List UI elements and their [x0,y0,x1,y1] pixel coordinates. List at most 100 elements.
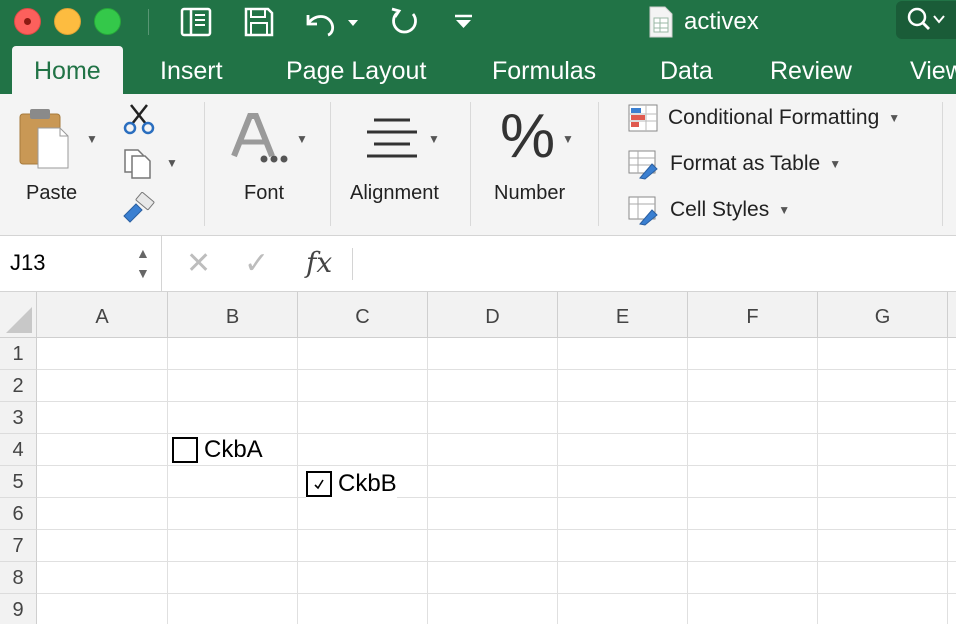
tab-review[interactable]: Review [770,46,852,94]
copy-icon[interactable] [122,146,154,185]
column-header-d[interactable]: D [428,292,558,338]
row-header-1[interactable]: 1 [0,338,37,370]
row-header-9[interactable]: 9 [0,594,37,624]
window-title: activex [648,5,759,39]
format-as-table-icon [628,150,658,180]
minimize-window-button[interactable] [54,8,81,35]
cell-styles-label: Cell Styles [670,198,770,221]
checkbox-box[interactable] [172,437,198,463]
cut-icon[interactable] [122,102,156,141]
row-header-2[interactable]: 2 [0,370,37,402]
tab-page-layout[interactable]: Page Layout [286,46,426,94]
column-header-c[interactable]: C [298,292,428,338]
name-box-value: J13 [10,250,46,275]
chevron-down-icon: ▼ [829,157,842,171]
row-header-4[interactable]: 4 [0,434,37,466]
cancel-icon[interactable]: ✕ [186,246,211,281]
tab-insert[interactable]: Insert [160,46,223,94]
redo-icon[interactable] [386,4,422,40]
grid-line [37,401,956,402]
alignment-icon[interactable] [364,116,420,165]
row-header-8[interactable]: 8 [0,562,37,594]
paste-icon[interactable] [18,108,72,175]
document-title: activex [684,8,759,35]
document-icon [649,6,673,38]
alignment-label[interactable]: Alignment [350,182,439,205]
search-icon [907,7,945,30]
checkbox-ckbb[interactable]: CkbB [306,470,397,498]
font-icon[interactable] [230,112,290,171]
column-header-g[interactable]: G [818,292,948,338]
tab-home[interactable]: Home [12,46,123,94]
name-box[interactable]: J13 ▲ ▼ [0,236,162,292]
grid-line [687,338,688,624]
checkbox-label: CkbB [338,470,397,497]
checkmark-icon [314,479,324,490]
grid-line [37,593,956,594]
font-dropdown-icon[interactable]: ▼ [296,132,308,146]
grid-line [947,338,948,624]
chevron-down-icon: ▼ [888,111,901,125]
grid-line [37,529,956,530]
formula-divider [352,248,353,280]
tab-view[interactable]: View [910,46,956,94]
checkbox-ckba[interactable]: CkbA [172,436,263,464]
column-header-e[interactable]: E [558,292,688,338]
column-header-f[interactable]: F [688,292,818,338]
column-header-h[interactable] [948,292,956,338]
close-window-button[interactable] [14,8,41,35]
grid-line [817,338,818,624]
checkbox-box[interactable] [306,471,332,497]
ribbon-divider [330,102,331,226]
maximize-window-button[interactable] [94,8,121,35]
toolbar-divider [148,9,149,35]
font-label[interactable]: Font [244,182,284,205]
tab-formulas[interactable]: Formulas [492,46,596,94]
row-header-5[interactable]: 5 [0,466,37,498]
row-header-6[interactable]: 6 [0,498,37,530]
select-all-button[interactable] [0,292,37,338]
grid-line [297,338,298,624]
format-as-table-label: Format as Table [670,152,821,175]
save-icon[interactable] [241,4,277,40]
ribbon-divider [204,102,205,226]
column-header-a[interactable]: A [37,292,168,338]
conditional-formatting-label: Conditional Formatting [668,106,880,129]
alignment-dropdown-icon[interactable]: ▼ [428,132,440,146]
ribbon-divider [942,102,943,226]
grid-line [37,433,956,434]
title-bar: activex [0,0,956,46]
tab-data[interactable]: Data [660,46,713,94]
chevron-down-icon: ▼ [778,203,791,217]
conditional-formatting-button[interactable]: Conditional Formatting ▼ [628,101,900,135]
conditional-formatting-icon [628,104,658,132]
insert-function-button[interactable]: fx [306,246,332,279]
ribbon-home: ▼ Paste ▼ ▼ Font ▼ Alignment % ▼ Number … [0,94,956,236]
grid-line [37,497,956,498]
customize-toolbar-icon[interactable] [450,4,478,40]
grid-line [167,338,168,624]
grid-line [427,338,428,624]
grid-line [557,338,558,624]
column-header-b[interactable]: B [168,292,298,338]
row-header-3[interactable]: 3 [0,402,37,434]
ribbon-tabs: Home Insert Page Layout Formulas Data Re… [0,46,956,94]
paste-dropdown-icon[interactable]: ▼ [86,132,98,146]
sidebar-icon[interactable] [178,4,214,40]
worksheet-grid[interactable]: A B C D E F G 1 2 3 4 5 6 7 8 9 CkbA Ckb… [0,292,956,624]
percent-icon[interactable]: % [500,102,555,172]
undo-icon[interactable] [300,4,360,40]
paste-label[interactable]: Paste [26,182,77,205]
cell-styles-button[interactable]: Cell Styles ▼ [628,193,790,227]
row-header-7[interactable]: 7 [0,530,37,562]
enter-checkmark-icon[interactable]: ✓ [244,246,269,281]
grid-line [37,465,956,466]
name-box-stepper-icon[interactable]: ▲ ▼ [136,243,150,283]
search-box[interactable] [896,1,956,39]
copy-dropdown-icon[interactable]: ▼ [166,156,178,170]
format-as-table-button[interactable]: Format as Table ▼ [628,147,841,181]
format-painter-icon[interactable] [120,191,156,229]
ribbon-divider [470,102,471,226]
number-dropdown-icon[interactable]: ▼ [562,132,574,146]
number-label[interactable]: Number [494,182,565,205]
